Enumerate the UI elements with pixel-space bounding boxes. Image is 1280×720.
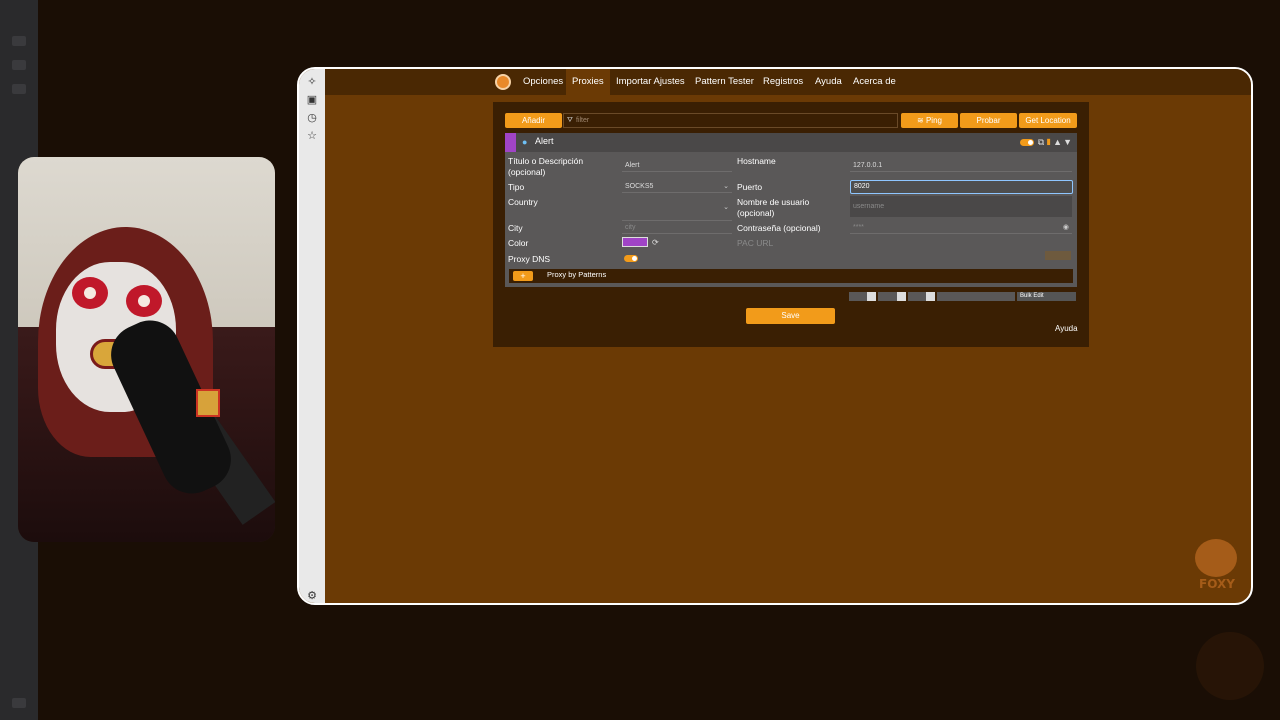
title-label: Título o Descripción (opcional) [508, 156, 584, 177]
gear-icon[interactable]: ⚙ [305, 589, 319, 603]
top-navigation: Opciones Proxies Importar Ajustes Patter… [325, 69, 1251, 95]
proxy-card: ● Alert ⧉▮▲▼ Título o Descripción (opcio… [505, 133, 1077, 287]
foxy-logo-icon [495, 74, 511, 90]
move-up-icon[interactable]: ▲ [1053, 137, 1063, 147]
filter-input[interactable]: ⛛ filter [563, 113, 898, 128]
patterns-label: Proxy by Patterns [547, 270, 607, 279]
clock-icon[interactable]: ◷ [305, 111, 319, 125]
star-icon[interactable]: ☆ [305, 129, 319, 143]
username-input[interactable]: username [850, 196, 1072, 217]
password-label: Contraseña (opcional) [737, 223, 821, 233]
type-value: SOCKS5 [625, 183, 654, 190]
title-input[interactable]: Alert [622, 160, 732, 172]
puzzle-icon[interactable]: ✧ [305, 75, 319, 89]
tab-proxies[interactable]: Proxies [566, 69, 610, 95]
country-select[interactable]: ⌄ [622, 196, 732, 221]
chevron-down-icon: ⌄ [723, 183, 729, 190]
bulk-select-2[interactable] [878, 292, 906, 301]
webcam-overlay [18, 157, 275, 542]
patterns-bar: + Proxy by Patterns [509, 269, 1073, 283]
port-input[interactable]: 8020 [850, 180, 1073, 194]
proxy-header[interactable]: ● Alert ⧉▮▲▼ [505, 133, 1077, 152]
chevron-down-icon: ⌄ [723, 204, 729, 211]
proxy-color-bar [505, 133, 516, 152]
filter-icon: ⛛ [567, 117, 573, 124]
proxy-dns-label: Proxy DNS [508, 254, 551, 264]
type-select[interactable]: SOCKS5 ⌄ [622, 181, 732, 193]
view-pac-button[interactable] [1045, 251, 1071, 260]
tab-pattern-tester[interactable]: Pattern Tester [689, 69, 760, 95]
tab-registros[interactable]: Registros [757, 69, 809, 95]
bulk-edit-select[interactable]: Bulk Edit [1017, 292, 1076, 301]
globe-icon: ● [522, 137, 528, 147]
extension-sidebar: ✧ ▣ ◷ ☆ ⚙ [299, 69, 325, 603]
fox-head-icon [1195, 539, 1237, 577]
add-pattern-button[interactable]: + [513, 271, 533, 281]
refresh-icon[interactable]: ⟳ [652, 237, 659, 248]
proxy-dns-toggle[interactable] [624, 255, 638, 262]
password-placeholder: **** [853, 224, 864, 231]
background-fox-logo [1196, 632, 1264, 700]
eye-icon[interactable]: ◉ [1063, 222, 1069, 234]
country-label: Country [508, 197, 538, 207]
proxies-panel: Añadir ⛛ filter ≋ Ping Probar Get Locati… [493, 102, 1089, 347]
test-button[interactable]: Probar [960, 113, 1017, 128]
proxy-tools: ⧉▮▲▼ [1020, 137, 1073, 148]
color-label: Color [508, 238, 529, 248]
tab-acerca-de[interactable]: Acerca de [847, 69, 902, 95]
add-proxy-button[interactable]: Añadir [505, 113, 562, 128]
pac-url-label: PAC URL [737, 238, 774, 248]
proxy-name: Alert [535, 136, 554, 146]
city-label: City [508, 223, 523, 233]
save-button[interactable]: Save [746, 308, 835, 324]
proxy-enable-toggle[interactable] [1020, 139, 1035, 147]
bulk-select-1[interactable] [849, 292, 876, 301]
password-input[interactable]: **** ◉ [850, 222, 1072, 234]
save-icon[interactable]: ▣ [305, 93, 319, 107]
hostname-input[interactable]: 127.0.0.1 [850, 160, 1072, 172]
tab-importar-ajustes[interactable]: Importar Ajustes [610, 69, 691, 95]
wifi-icon: ≋ [917, 116, 926, 125]
color-picker[interactable] [622, 237, 648, 247]
ping-label: Ping [925, 116, 942, 125]
tab-opciones[interactable]: Opciones [517, 69, 569, 95]
hostname-label: Hostname [737, 156, 776, 166]
filter-placeholder: filter [576, 117, 590, 124]
foxy-watermark: FOXY [1191, 539, 1243, 595]
get-location-button[interactable]: Get Location [1019, 113, 1077, 128]
tab-ayuda[interactable]: Ayuda [809, 69, 848, 95]
port-label: Puerto [737, 182, 763, 192]
city-input[interactable]: city [622, 222, 732, 234]
ping-button[interactable]: ≋ Ping [901, 113, 958, 128]
watermark-text: FOXY [1199, 577, 1235, 591]
help-link[interactable]: Ayuda [1055, 324, 1078, 333]
foxyproxy-window: ✧ ▣ ◷ ☆ ⚙ Opciones Proxies Importar Ajus… [297, 67, 1253, 605]
delete-icon[interactable]: ▮ [1045, 137, 1053, 147]
type-label: Tipo [508, 182, 525, 192]
move-down-icon[interactable]: ▼ [1063, 137, 1073, 147]
username-label: Nombre de usuario (opcional) [737, 197, 810, 218]
bulk-input[interactable] [937, 292, 1015, 301]
bulk-select-3[interactable] [908, 292, 935, 301]
